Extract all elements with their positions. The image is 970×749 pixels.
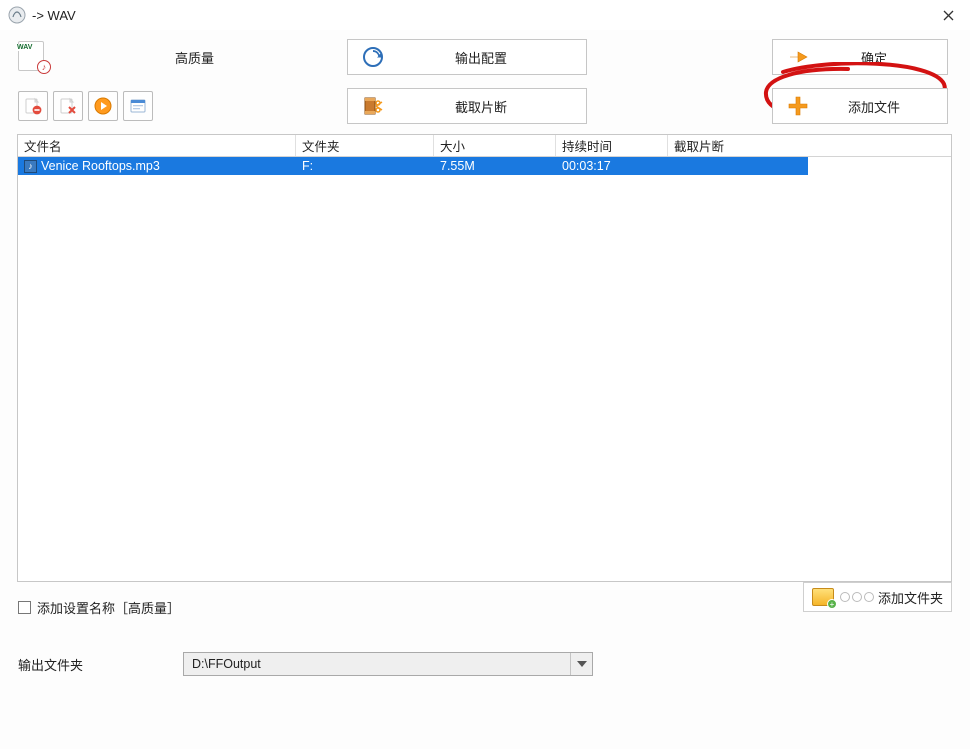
chevron-down-icon[interactable] — [570, 653, 592, 675]
add-folder-label: 添加文件夹 — [878, 588, 943, 607]
append-preset-name-label: 添加设置名称［高质量］ — [37, 598, 180, 617]
file-name: Venice Rooftops.mp3 — [41, 159, 160, 173]
confirm-button[interactable]: 确定 — [772, 39, 948, 75]
col-header-name[interactable]: 文件名 — [18, 135, 296, 156]
quality-label: 高质量 — [175, 48, 214, 67]
remove-selected-button[interactable] — [18, 91, 48, 121]
file-list-header: 文件名 文件夹 大小 持续时间 截取片断 — [18, 135, 951, 157]
output-folder-value: D:\FFOutput — [192, 657, 261, 671]
col-header-size[interactable]: 大小 — [434, 135, 556, 156]
output-folder-label: 输出文件夹 — [18, 655, 183, 674]
pager-dots — [840, 592, 874, 602]
col-header-duration[interactable]: 持续时间 — [556, 135, 668, 156]
append-preset-name-checkbox[interactable] — [18, 601, 31, 614]
add-file-button[interactable]: 添加文件 — [772, 88, 948, 124]
col-header-clip[interactable]: 截取片断 — [668, 135, 808, 156]
add-file-label: 添加文件 — [813, 97, 935, 116]
close-button[interactable] — [934, 1, 962, 29]
app-icon — [8, 6, 26, 24]
clear-list-button[interactable] — [53, 91, 83, 121]
plus-icon — [785, 95, 811, 117]
col-header-folder[interactable]: 文件夹 — [296, 135, 434, 156]
confirm-label: 确定 — [813, 48, 935, 67]
film-cut-icon — [360, 95, 386, 117]
gear-refresh-icon — [360, 46, 386, 68]
add-folder-button[interactable]: + 添加文件夹 — [803, 582, 952, 612]
output-config-label: 输出配置 — [388, 48, 574, 67]
format-wav-icon: WAV ♪ — [18, 41, 50, 73]
folder-plus-icon: + — [812, 588, 834, 606]
window-title: -> WAV — [32, 8, 76, 23]
output-config-button[interactable]: 输出配置 — [347, 39, 587, 75]
file-row[interactable]: ♪ Venice Rooftops.mp3 F: 7.55M 00:03:17 — [18, 157, 808, 175]
arrow-right-icon — [785, 46, 811, 68]
cut-clip-button[interactable]: 截取片断 — [347, 88, 587, 124]
file-duration: 00:03:17 — [556, 159, 668, 173]
file-size: 7.55M — [434, 159, 556, 173]
play-button[interactable] — [88, 91, 118, 121]
output-folder-combo[interactable]: D:\FFOutput — [183, 652, 593, 676]
cut-clip-label: 截取片断 — [388, 97, 574, 116]
file-list[interactable]: 文件名 文件夹 大小 持续时间 截取片断 ♪ Venice Rooftops.m… — [17, 134, 952, 582]
file-folder: F: — [296, 159, 434, 173]
audio-file-icon: ♪ — [24, 160, 37, 173]
media-info-button[interactable] — [123, 91, 153, 121]
